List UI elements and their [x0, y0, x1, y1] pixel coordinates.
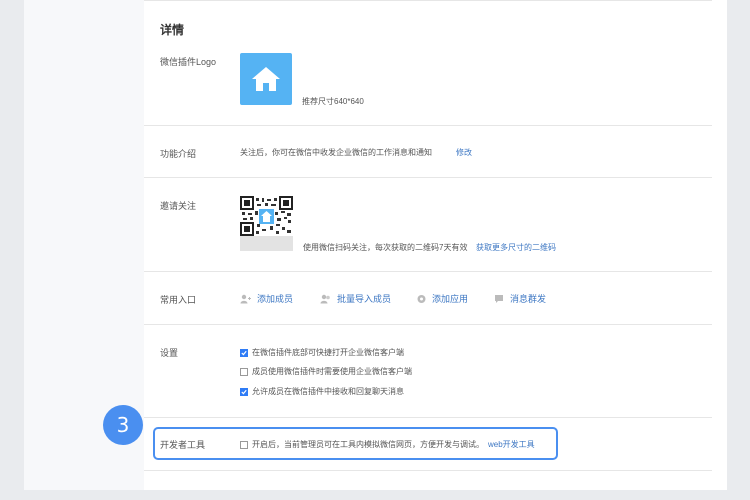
- message-broadcast-icon: [495, 294, 503, 303]
- divider: [144, 0, 712, 1]
- entry-add-app[interactable]: 添加应用: [417, 292, 468, 305]
- step-badge: 3: [103, 405, 143, 445]
- qr-code-icon: [240, 196, 293, 236]
- entry-label: 添加应用: [432, 294, 469, 304]
- intro-text: 关注后，你可在微信中收发企业微信的工作消息和通知: [240, 148, 432, 157]
- checkbox[interactable]: [240, 367, 248, 376]
- entry-add-member[interactable]: 添加成员: [240, 292, 293, 305]
- entries-label: 常用入口: [160, 295, 197, 305]
- logo-size-hint: 推荐尺寸640*640: [302, 97, 364, 106]
- add-member-icon: [240, 294, 251, 303]
- entry-label: 消息群发: [510, 294, 547, 304]
- divider: [144, 324, 712, 325]
- entry-message-broadcast[interactable]: 消息群发: [494, 292, 546, 305]
- setting-option-quick-open[interactable]: 在微信插件底部可快捷打开企业微信客户端: [240, 347, 404, 358]
- house-icon: [252, 67, 280, 91]
- divider: [144, 470, 712, 471]
- batch-import-icon: [320, 294, 330, 303]
- settings-label: 设置: [160, 348, 179, 358]
- setting-option-label: 在微信插件底部可快捷打开企业微信客户端: [252, 348, 404, 357]
- checkbox[interactable]: [240, 440, 248, 449]
- divider: [144, 417, 712, 418]
- intro-label: 功能介绍: [160, 149, 197, 159]
- check-icon: [241, 350, 247, 355]
- entry-label: 添加成员: [257, 294, 294, 304]
- section-title: 详情: [160, 23, 185, 37]
- setting-option-require-client[interactable]: 成员使用微信插件时需要使用企业微信客户端: [240, 366, 412, 377]
- divider: [144, 271, 712, 272]
- devtools-text: 开启后，当前管理员可在工具内模拟微信网页，方便开发与调试。: [252, 440, 484, 449]
- setting-option-label: 成员使用微信插件时需要使用企业微信客户端: [252, 367, 412, 376]
- entry-label: 批量导入成员: [337, 294, 392, 304]
- devtools-option[interactable]: 开启后，当前管理员可在工具内模拟微信网页，方便开发与调试。 web开发工具: [240, 439, 535, 450]
- intro-edit-link[interactable]: 修改: [456, 147, 472, 158]
- checkbox[interactable]: [240, 387, 248, 396]
- divider: [144, 125, 712, 126]
- setting-option-allow-chat[interactable]: 允许成员在微信插件中接收和回复聊天消息: [240, 386, 404, 397]
- setting-option-label: 允许成员在微信插件中接收和回复聊天消息: [252, 387, 404, 396]
- more-qr-sizes-link[interactable]: 获取更多尺寸的二维码: [476, 242, 556, 253]
- invite-label: 邀请关注: [160, 201, 197, 211]
- qr-code-caption-bar: [240, 236, 293, 251]
- entry-batch-import[interactable]: 批量导入成员: [320, 292, 391, 305]
- divider: [144, 177, 712, 178]
- plugin-logo[interactable]: [240, 53, 292, 105]
- devtools-label: 开发者工具: [160, 440, 206, 450]
- invite-text: 使用微信扫码关注，每次获取的二维码7天有效: [303, 243, 468, 252]
- check-icon: [241, 389, 247, 394]
- add-app-icon: [417, 294, 426, 303]
- web-devtools-link[interactable]: web开发工具: [488, 439, 535, 450]
- logo-label: 微信插件Logo: [160, 57, 217, 67]
- checkbox[interactable]: [240, 348, 248, 357]
